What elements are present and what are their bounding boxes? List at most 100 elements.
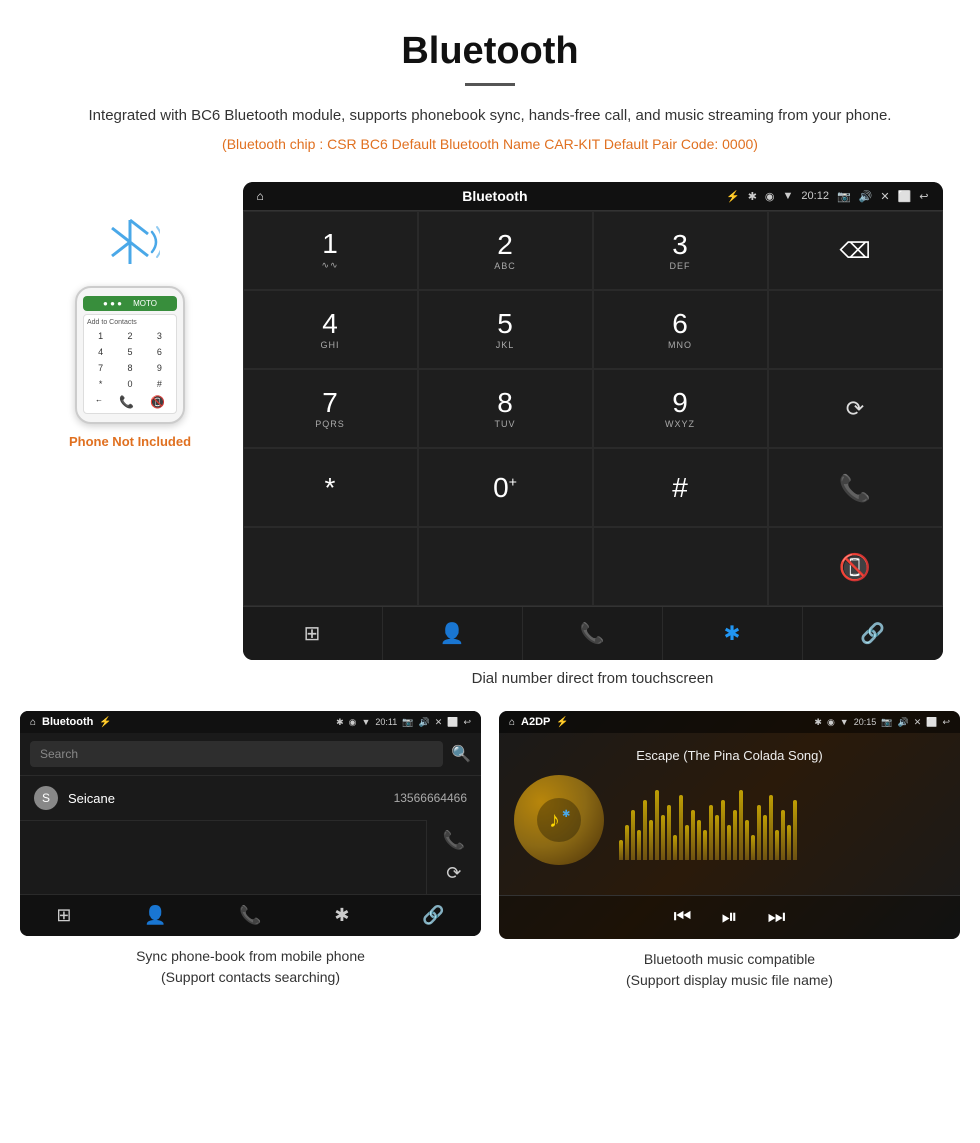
dial-statusbar-left: ⌂ <box>257 189 264 203</box>
dial-key-star[interactable]: * <box>243 448 418 527</box>
dial-home-icon[interactable]: ⌂ <box>257 189 264 203</box>
dial-screen: ⌂ Bluetooth ⚡ ✱ ◉ ▼ 20:12 📷 🔊 ✕ ⬜ ↩ <box>243 182 943 660</box>
music-prev-btn[interactable]: ⏮ <box>674 906 692 929</box>
dial-bottom-person[interactable]: 👤 <box>383 607 523 660</box>
music-cam-icon[interactable]: 📷 <box>881 717 892 728</box>
pb-side-refresh-icon[interactable]: ⟳ <box>446 863 461 884</box>
pb-bottom-link[interactable]: 🔗 <box>422 905 444 926</box>
dial-key-5[interactable]: 5JKL <box>418 290 593 369</box>
phone-key-2: 2 <box>116 329 143 343</box>
dial-key-3[interactable]: 3DEF <box>593 211 768 290</box>
dial-key-refresh[interactable]: ⟳ <box>768 369 943 448</box>
page-header: Bluetooth Integrated with BC6 Bluetooth … <box>0 0 980 182</box>
dial-vol-icon[interactable]: 🔊 <box>859 190 873 203</box>
pb-side-call-icon[interactable]: 📞 <box>443 830 465 851</box>
phone-key-9: 9 <box>146 361 173 375</box>
dial-statusbar: ⌂ Bluetooth ⚡ ✱ ◉ ▼ 20:12 📷 🔊 ✕ ⬜ ↩ <box>243 182 943 210</box>
pb-contact-row[interactable]: S Seicane 13566664466 <box>20 775 481 820</box>
music-caption: Bluetooth music compatible (Support disp… <box>626 949 833 991</box>
dial-usb-icon: ⚡ <box>726 190 740 203</box>
phone-back-btn: ← <box>95 395 103 409</box>
dial-key-0[interactable]: 0+ <box>418 448 593 527</box>
pb-bottom-grid[interactable]: ⊞ <box>56 905 71 926</box>
phonebook-card: ⌂ Bluetooth ⚡ ✱ ◉ ▼ 20:11 📷 🔊 ✕ ⬜ ↩ <box>20 711 481 991</box>
music-controls: ⏮ ⏯ ⏭ <box>499 895 960 939</box>
phone-key-6: 6 <box>146 345 173 359</box>
page-description: Integrated with BC6 Bluetooth module, su… <box>60 104 920 128</box>
pb-bottom-person[interactable]: 👤 <box>144 905 166 926</box>
dial-back-icon[interactable]: ↩ <box>919 190 928 203</box>
phone-key-8: 8 <box>116 361 143 375</box>
phone-bottom-row: ← 📞 📵 <box>87 395 173 409</box>
music-time: 20:15 <box>854 717 877 727</box>
dial-bottom-bluetooth[interactable]: ✱ <box>663 607 803 660</box>
music-wifi-icon: ▼ <box>840 717 849 727</box>
music-statusbar: ⌂ A2DP ⚡ ✱ ◉ ▼ 20:15 📷 🔊 ✕ ⬜ ↩ <box>499 711 960 733</box>
music-screen-icon[interactable]: ⬜ <box>926 717 937 728</box>
music-playpause-btn[interactable]: ⏯ <box>722 906 738 929</box>
pb-search-icon[interactable]: 🔍 <box>451 744 471 764</box>
pb-bottom-bluetooth[interactable]: ✱ <box>334 905 349 926</box>
dial-camera-icon[interactable]: 📷 <box>837 190 851 203</box>
dial-key-end[interactable]: 📵 <box>768 527 943 606</box>
music-back-icon[interactable]: ↩ <box>942 717 950 728</box>
dial-key-7[interactable]: 7PQRS <box>243 369 418 448</box>
pb-bt-icon: ✱ <box>336 717 344 728</box>
pb-loc-icon: ◉ <box>349 717 357 728</box>
dial-key-empty-2 <box>243 527 418 606</box>
music-next-btn[interactable]: ⏭ <box>768 906 786 929</box>
pb-close-icon[interactable]: ✕ <box>435 717 443 728</box>
pb-vol-icon[interactable]: 🔊 <box>418 717 429 728</box>
dial-key-6[interactable]: 6MNO <box>593 290 768 369</box>
phone-call-btn: 📞 <box>119 395 134 409</box>
phonebook-screenshot: ⌂ Bluetooth ⚡ ✱ ◉ ▼ 20:11 📷 🔊 ✕ ⬜ ↩ <box>20 711 481 936</box>
phone-end-btn: 📵 <box>150 395 165 409</box>
pb-bottom-bar: ⊞ 👤 📞 ✱ 🔗 <box>20 894 481 936</box>
music-screenshot: ⌂ A2DP ⚡ ✱ ◉ ▼ 20:15 📷 🔊 ✕ ⬜ ↩ E <box>499 711 960 939</box>
dial-caption: Dial number direct from touchscreen <box>243 670 943 687</box>
dial-key-1[interactable]: 1∿∿ <box>243 211 418 290</box>
middle-section: ● ● ● MOTO Add to Contacts 1 2 3 4 5 6 7… <box>0 182 980 701</box>
dial-wifi-icon: ▼ <box>783 190 794 202</box>
dial-key-4[interactable]: 4GHI <box>243 290 418 369</box>
dial-bottom-grid[interactable]: ⊞ <box>243 607 383 660</box>
phonebook-caption: Sync phone-book from mobile phone (Suppo… <box>136 946 365 988</box>
phone-dialpad: 1 2 3 4 5 6 7 8 9 * 0 # <box>87 329 173 391</box>
phone-illustration: ● ● ● MOTO Add to Contacts 1 2 3 4 5 6 7… <box>38 182 223 449</box>
phone-key-0: 0 <box>116 377 143 391</box>
music-home-icon[interactable]: ⌂ <box>509 717 515 728</box>
dial-time: 20:12 <box>801 190 829 202</box>
dial-key-9[interactable]: 9WXYZ <box>593 369 768 448</box>
music-card: ⌂ A2DP ⚡ ✱ ◉ ▼ 20:15 📷 🔊 ✕ ⬜ ↩ E <box>499 711 960 991</box>
dial-bt-icon: ✱ <box>748 190 757 203</box>
dial-close-icon[interactable]: ✕ <box>880 190 889 203</box>
music-vol-icon[interactable]: 🔊 <box>897 717 908 728</box>
dial-key-call[interactable]: 📞 <box>768 448 943 527</box>
pb-contact-letter: S <box>34 786 58 810</box>
dial-bottom-link[interactable]: 🔗 <box>803 607 943 660</box>
dial-key-8[interactable]: 8TUV <box>418 369 593 448</box>
pb-screen-icon[interactable]: ⬜ <box>447 717 458 728</box>
phone-screen: Add to Contacts 1 2 3 4 5 6 7 8 9 * 0 # … <box>83 314 177 414</box>
dial-key-empty-4 <box>593 527 768 606</box>
pb-bottom-phone[interactable]: 📞 <box>239 905 261 926</box>
phone-key-7: 7 <box>87 361 114 375</box>
bluetooth-signal-icon <box>100 212 160 281</box>
svg-text:✱: ✱ <box>562 809 570 820</box>
dial-screen-icon[interactable]: ⬜ <box>898 190 912 203</box>
phone-key-4: 4 <box>87 345 114 359</box>
dial-key-2[interactable]: 2ABC <box>418 211 593 290</box>
pb-contact-name: Seicane <box>68 791 394 806</box>
music-album-art-area: ♪ ✱ <box>514 775 945 865</box>
pb-home-icon[interactable]: ⌂ <box>30 717 36 728</box>
phone-key-1: 1 <box>87 329 114 343</box>
pb-search-box[interactable]: Search <box>30 741 443 767</box>
dial-bottom-phone[interactable]: 📞 <box>523 607 663 660</box>
dial-key-backspace[interactable]: ⌫ <box>768 211 943 290</box>
phone-key-3: 3 <box>146 329 173 343</box>
dial-key-hash[interactable]: # <box>593 448 768 527</box>
music-close-icon[interactable]: ✕ <box>914 717 922 728</box>
pb-cam-icon[interactable]: 📷 <box>402 717 413 728</box>
pb-back-icon[interactable]: ↩ <box>463 717 471 728</box>
pb-wifi-icon: ▼ <box>361 717 370 727</box>
